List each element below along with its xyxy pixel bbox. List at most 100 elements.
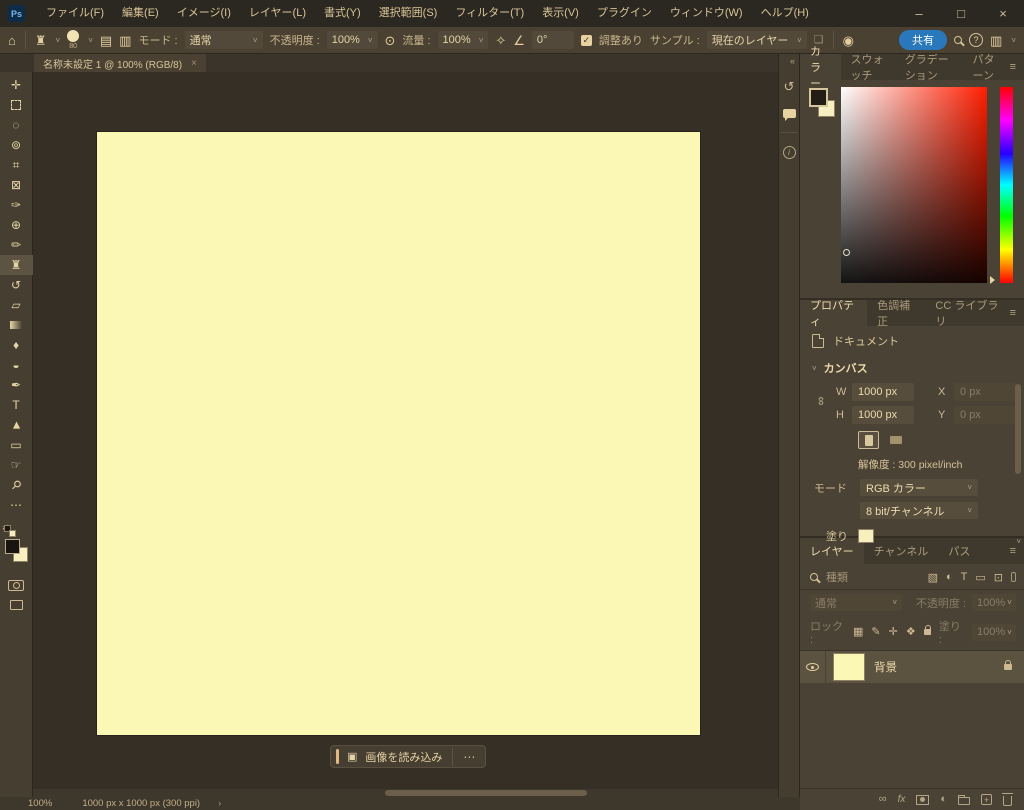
add-mask-icon[interactable] — [916, 794, 930, 805]
document-canvas[interactable] — [97, 132, 700, 735]
edit-toolbar-button[interactable]: ⋯ — [0, 495, 33, 515]
height-field[interactable]: 1000 px — [852, 406, 914, 424]
load-image-button[interactable]: 画像を読み込み — [365, 749, 442, 765]
close-tab-icon[interactable]: × — [191, 58, 197, 69]
new-layer-icon[interactable]: + — [981, 794, 992, 805]
flow-select[interactable]: 100% ˅ — [437, 31, 489, 49]
maximize-button[interactable]: □ — [940, 0, 982, 27]
aligned-checkbox[interactable]: ✓ — [580, 34, 592, 46]
close-button[interactable]: × — [982, 0, 1024, 27]
menu-view[interactable]: 表示(V) — [533, 0, 588, 27]
delete-layer-icon[interactable] — [1002, 792, 1013, 806]
filter-toggle-icon[interactable] — [1011, 572, 1016, 582]
menu-plugins[interactable]: プラグイン — [588, 0, 661, 27]
brush-tool[interactable]: ✏ — [0, 235, 33, 255]
canvas-section-header[interactable]: ˅ カンバス — [800, 354, 1024, 380]
panel-menu-icon[interactable]: ≡ — [1010, 300, 1024, 326]
layer-visibility-toggle[interactable] — [800, 651, 826, 683]
landscape-orientation-button[interactable] — [885, 431, 906, 449]
link-dimensions-icon[interactable]: ∞ — [814, 397, 828, 406]
dodge-tool[interactable]: ◒ — [0, 355, 33, 375]
path-selection-tool[interactable]: ► — [0, 415, 33, 435]
filter-type-icon[interactable]: T — [961, 571, 968, 583]
color-mode-select[interactable]: RGB カラー ˅ — [860, 479, 978, 496]
hue-slider-marker[interactable] — [990, 276, 999, 284]
portrait-orientation-button[interactable] — [858, 431, 879, 449]
foreground-color-swatch[interactable] — [4, 539, 20, 554]
zoom-level-field[interactable]: 100% — [28, 798, 52, 809]
eraser-tool[interactable]: ▱ — [0, 295, 33, 315]
foreground-color-swatch[interactable] — [809, 88, 828, 107]
menu-help[interactable]: ヘルプ(H) — [752, 0, 818, 27]
lock-position-icon[interactable]: ✛ — [889, 626, 898, 638]
task-bar-grip[interactable] — [336, 749, 339, 764]
menu-select[interactable]: 選択範囲(S) — [370, 0, 447, 27]
menu-filter[interactable]: フィルター(T) — [446, 0, 533, 27]
info-panel-icon[interactable]: i — [778, 139, 800, 165]
history-panel-icon[interactable]: ↺ — [778, 74, 800, 100]
brush-preset-picker[interactable]: 80 — [67, 30, 80, 50]
hue-slider[interactable] — [1000, 87, 1013, 283]
lock-all-icon[interactable] — [923, 625, 931, 635]
home-icon[interactable]: ⌂ — [8, 34, 16, 47]
adjustment-layer-icon[interactable]: ◐ — [940, 794, 947, 805]
color-cursor[interactable] — [843, 249, 850, 256]
screen-mode-button[interactable] — [0, 595, 33, 615]
layer-style-icon[interactable]: fx — [898, 794, 906, 805]
filter-smart-object-icon[interactable]: ⊡ — [994, 571, 1003, 584]
object-selection-tool[interactable]: ⊚ — [0, 135, 33, 155]
filter-adjustment-icon[interactable]: ◐ — [946, 571, 953, 583]
frame-tool[interactable]: ⊠ — [0, 175, 33, 195]
lock-transparency-icon[interactable]: ▦ — [853, 626, 863, 638]
filter-kind-label[interactable]: 種類 — [826, 569, 848, 585]
search-icon[interactable] — [954, 36, 963, 44]
shape-tool[interactable]: ▭ — [0, 435, 33, 455]
brush-panel-icon[interactable]: ▥ — [119, 34, 131, 47]
tab-swatches[interactable]: スウォッチ — [841, 54, 895, 82]
expand-panels-icon[interactable]: « — [790, 56, 795, 66]
task-bar-more-button[interactable]: ⋯ — [463, 750, 476, 764]
gradient-tool[interactable] — [0, 315, 33, 335]
tab-cc-libraries[interactable]: CC ライブラリ — [925, 300, 1009, 328]
panel-menu-icon[interactable]: ≡ — [1010, 54, 1024, 80]
eyedropper-tool[interactable]: ✑ — [0, 195, 33, 215]
workspace-icon[interactable]: ▥ — [990, 34, 1002, 47]
menu-edit[interactable]: 編集(E) — [113, 0, 168, 27]
status-chevron-icon[interactable]: › — [218, 798, 221, 809]
menu-layer[interactable]: レイヤー(L) — [240, 0, 315, 27]
sample-select[interactable]: 現在のレイヤー ˅ — [706, 31, 807, 49]
vertical-scrollbar[interactable] — [1015, 384, 1021, 534]
share-button[interactable]: 共有 — [899, 30, 948, 50]
layer-thumbnail[interactable] — [833, 653, 865, 681]
healing-brush-tool[interactable]: ⊕ — [0, 215, 33, 235]
angle-field[interactable]: 0° — [531, 31, 574, 49]
lock-pixels-icon[interactable]: ✎ — [871, 626, 880, 638]
lasso-tool[interactable]: ◌ — [0, 115, 33, 135]
menu-type[interactable]: 書式(Y) — [315, 0, 370, 27]
bit-depth-select[interactable]: 8 bit/チャンネル ˅ — [860, 502, 978, 519]
layer-lock-icon[interactable] — [1004, 660, 1012, 670]
hand-tool[interactable]: ☞ — [0, 455, 33, 475]
new-group-icon[interactable] — [958, 795, 970, 805]
blur-tool[interactable]: ♦ — [0, 335, 33, 355]
tab-adjustments[interactable]: 色調補正 — [867, 300, 925, 328]
filter-shape-icon[interactable]: ▭ — [975, 571, 985, 584]
comments-panel-icon[interactable] — [778, 100, 800, 126]
tool-preset-stamp-icon[interactable]: ♜ — [35, 34, 47, 47]
marquee-tool[interactable] — [0, 95, 33, 115]
tab-patterns[interactable]: パターン — [963, 54, 1010, 82]
horizontal-scrollbar[interactable] — [33, 789, 778, 797]
blend-mode-select[interactable]: 通常 ˅ — [184, 31, 263, 49]
width-field[interactable]: 1000 px — [852, 383, 914, 401]
saturation-brightness-field[interactable] — [841, 87, 987, 283]
clone-stamp-tool[interactable]: ♜ — [0, 255, 33, 275]
vertical-scrollbar-thumb[interactable] — [1015, 384, 1021, 474]
pen-tool[interactable]: ✒ — [0, 375, 33, 395]
help-icon[interactable]: ? — [969, 33, 984, 47]
canvas-fill-swatch[interactable] — [858, 529, 874, 543]
link-layers-icon[interactable]: ∞ — [879, 794, 887, 805]
menu-file[interactable]: ファイル(F) — [37, 0, 113, 27]
airbrush-icon[interactable]: ✧ — [495, 34, 506, 47]
minimize-button[interactable]: – — [898, 0, 940, 27]
quick-mask-button[interactable] — [0, 575, 33, 595]
